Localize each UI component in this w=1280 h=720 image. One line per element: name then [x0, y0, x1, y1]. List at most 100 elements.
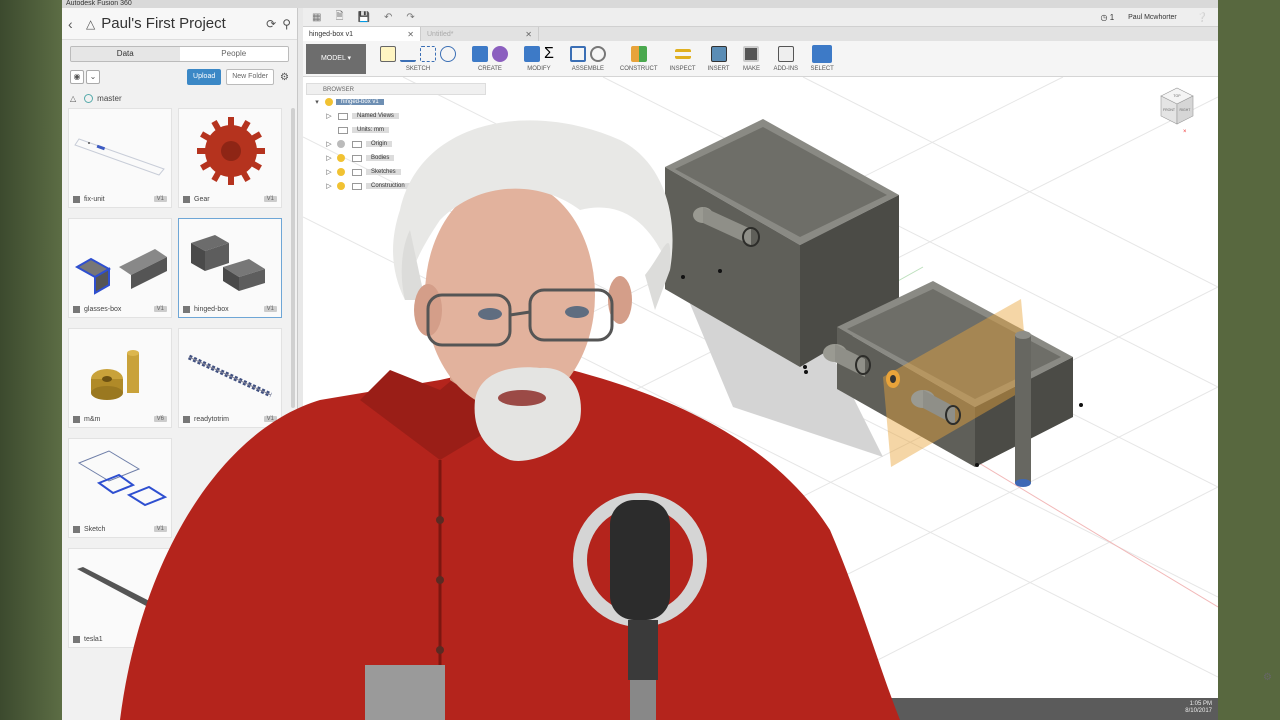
back-icon[interactable]: ‹ — [68, 16, 82, 32]
viewcube-front-label: FRONT — [1163, 108, 1176, 112]
document-tab[interactable]: hinged-box v1 ✕ — [303, 27, 421, 41]
version-badge: V1 — [153, 196, 167, 202]
viewcube[interactable]: TOP FRONT RIGHT × — [1153, 82, 1198, 137]
job-count: 1 — [1109, 12, 1115, 22]
close-icon[interactable]: ✕ — [525, 30, 532, 39]
toolbar-group-assemble[interactable]: ASSEMBLE — [568, 44, 608, 72]
design-thumbnail — [74, 249, 167, 295]
clock-time: 1:05 PM — [1189, 701, 1212, 707]
toolbar-group-inspect[interactable]: INSPECT — [670, 44, 696, 72]
design-card[interactable]: readytotrim V1 — [178, 328, 282, 428]
system-clock: 1:05 PM 8/10/2017 — [1185, 701, 1212, 715]
sigma-icon: Σ — [544, 45, 554, 62]
design-name: hinged-box — [194, 305, 229, 313]
rectangle-icon — [420, 46, 436, 62]
viewcube-top-label: TOP — [1173, 94, 1181, 98]
workspace-switcher[interactable]: MODEL ▾ — [306, 44, 366, 74]
design-thumbnail — [91, 350, 139, 400]
new-folder-button[interactable]: New Folder — [226, 69, 275, 85]
line-icon — [400, 46, 416, 62]
version-badge: V1 — [263, 416, 277, 422]
toolbar-group-create[interactable]: CREATE — [470, 44, 510, 72]
design-card[interactable]: fix-unit V1 — [68, 108, 172, 208]
version-badge: V1 — [153, 636, 167, 642]
design-thumbnail — [77, 450, 168, 507]
design-canvas[interactable]: BROWSER ▾ hinged-box v1 ▷ Named Views Un… — [303, 77, 1218, 698]
branch-label[interactable]: master — [97, 94, 121, 103]
toolbar-group-modify[interactable]: Σ MODIFY — [522, 44, 556, 72]
select-icon — [812, 45, 833, 63]
design-caption: Sketch V1 — [69, 521, 171, 537]
print-icon — [743, 46, 760, 62]
toolbar-group-label: MAKE — [742, 66, 760, 72]
redo-icon[interactable]: ↷ — [406, 12, 414, 23]
design-card[interactable]: Gear V1 — [178, 108, 282, 208]
toolbar-group-label: SELECT — [810, 66, 834, 72]
press-pull-icon — [524, 46, 540, 62]
gear-icon[interactable]: ⚙ — [280, 72, 289, 83]
design-name: fix-unit — [84, 195, 105, 203]
design-card-selected[interactable]: hinged-box V1 — [178, 218, 282, 318]
toolbar-group-make[interactable]: MAKE — [741, 44, 761, 72]
document-tab[interactable]: Untitled* ✕ — [421, 27, 539, 41]
design-caption: Gear V1 — [179, 191, 281, 207]
toolbar-group-construct[interactable]: CONSTRUCT — [620, 44, 658, 72]
toolbar-group-select[interactable]: SELECT — [810, 44, 834, 72]
help-icon[interactable]: ❔ — [1197, 12, 1208, 23]
joint-icon — [589, 46, 606, 62]
tab-people[interactable]: People — [179, 47, 288, 61]
hinged-box-model[interactable] — [303, 77, 1218, 698]
application-bar: ▦ 🗎 💾 ↶ ↷ ◷ 1 Paul Mcwhorter ❔ — [303, 8, 1218, 27]
version-badge: V1 — [153, 306, 167, 312]
design-card[interactable]: Sketch V1 — [68, 438, 172, 538]
tab-data[interactable]: Data — [71, 47, 180, 61]
clock-date: 8/10/2017 — [1185, 708, 1212, 714]
tab-label: Untitled* — [427, 30, 454, 38]
user-menu[interactable]: Paul Mcwhorter — [1128, 14, 1177, 21]
toolbar-group-sketch[interactable]: SKETCH — [378, 44, 458, 72]
save-icon[interactable]: 💾 — [358, 12, 370, 23]
toolbar-group-label: SKETCH — [405, 66, 431, 72]
taskbar: 1:05 PM 8/10/2017 — [290, 698, 1218, 720]
toolbar-group-addins[interactable]: ADD-INS — [773, 44, 798, 72]
sketch-icon — [380, 46, 396, 62]
close-icon[interactable]: ✕ — [407, 30, 414, 39]
design-card[interactable]: glasses-box V1 — [68, 218, 172, 318]
file-icon[interactable]: 🗎 — [335, 9, 343, 26]
window-titlebar: Autodesk Fusion 360 — [62, 0, 1218, 8]
version-badge: V1 — [263, 306, 277, 312]
design-thumbnail — [197, 117, 265, 185]
refresh-icon[interactable]: ⟳ — [266, 17, 276, 31]
design-caption: hinged-box V1 — [179, 301, 281, 317]
toolbar-group-label: INSERT — [707, 66, 730, 72]
design-card[interactable]: m&m V6 — [68, 328, 172, 428]
job-status-icon[interactable]: ◷ 1 — [1100, 13, 1114, 22]
design-thumbnail — [187, 354, 273, 398]
grid-menu-icon[interactable]: ▦ — [312, 12, 321, 23]
design-caption: tesla1 V1 — [69, 631, 171, 647]
data-panel-tabs: Data People — [70, 46, 289, 62]
chevron-down-icon[interactable]: ⌄ — [86, 70, 100, 84]
design-icon — [183, 195, 190, 203]
plane-icon — [630, 46, 647, 62]
design-icon — [73, 635, 80, 643]
scrollbar[interactable] — [291, 108, 295, 408]
toolbar: MODEL ▾ SKETCH CREATE Σ MODIFY ASSEMBLE … — [303, 41, 1218, 77]
design-icon — [73, 305, 80, 313]
document-tabs: hinged-box v1 ✕ Untitled* ✕ — [303, 27, 1218, 41]
search-icon[interactable]: ⚲ — [282, 17, 291, 31]
settings-gear-icon[interactable]: ⚙ — [1263, 672, 1272, 683]
tab-label: hinged-box v1 — [309, 30, 353, 38]
design-name: readytotrim — [194, 415, 230, 423]
upload-button[interactable]: Upload — [187, 69, 222, 85]
workspace-label: MODEL — [320, 55, 346, 62]
view-toggle-icon[interactable]: ◉ — [70, 70, 84, 84]
design-name: m&m — [84, 415, 101, 423]
undo-icon[interactable]: ↶ — [384, 12, 392, 23]
design-thumbnail — [191, 235, 265, 291]
viewcube-right-label: RIGHT — [1180, 108, 1192, 112]
version-badge: V6 — [153, 416, 167, 422]
design-card[interactable]: tesla1 V1 — [68, 548, 172, 648]
design-icon — [73, 525, 80, 533]
toolbar-group-insert[interactable]: INSERT — [707, 44, 730, 72]
